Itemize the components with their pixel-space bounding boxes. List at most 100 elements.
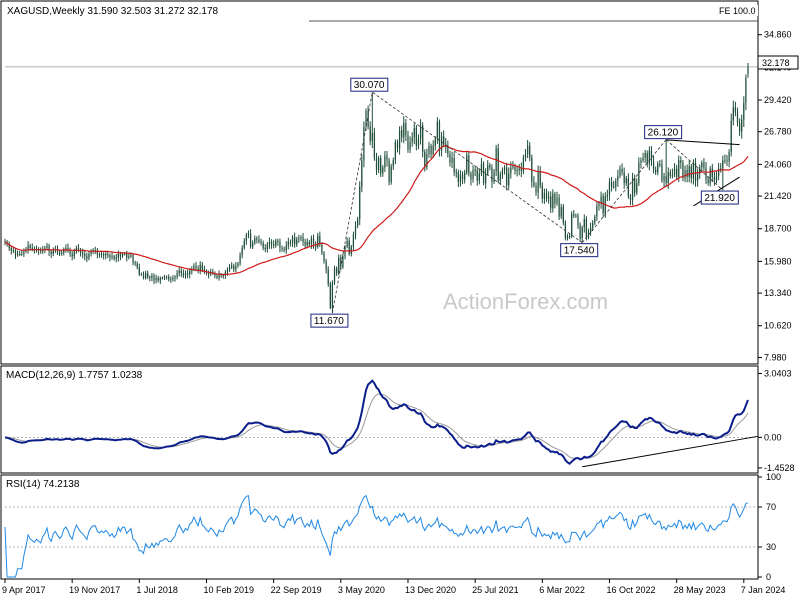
candle-body [436, 121, 438, 139]
time-tick-label: 9 Apr 2017 [2, 585, 46, 595]
candle-body [619, 168, 621, 176]
candle-body [487, 165, 489, 174]
candle-body [711, 168, 713, 178]
candle-body [31, 247, 33, 250]
candle-body [657, 163, 659, 173]
candle-body [254, 238, 256, 244]
candle-body [270, 241, 273, 245]
time-tick-label: 1 Jul 2018 [136, 585, 178, 595]
candle-body [228, 267, 231, 270]
candle-body [373, 132, 376, 158]
macd-line [4, 379, 749, 465]
candle-body [457, 172, 459, 182]
candle-body [157, 277, 159, 281]
candle-body [516, 169, 518, 172]
candle-body [577, 215, 579, 226]
candle-body [745, 77, 747, 103]
candle-body [636, 183, 638, 193]
candle-body [222, 275, 224, 277]
candle-body [478, 173, 480, 181]
time-tick-label: 7 Jan 2024 [741, 585, 786, 595]
candle-body [644, 153, 646, 158]
time-tick-label: 6 Mar 2022 [539, 585, 585, 595]
zigzag-segment [581, 139, 667, 243]
candle-body [464, 172, 466, 180]
candle-body [707, 179, 709, 184]
candle-body [109, 255, 111, 258]
candle-body [235, 265, 237, 270]
candle-body [380, 157, 382, 174]
candle-body [23, 251, 25, 254]
fe-label: FE 100.0 [719, 6, 756, 16]
candle-body [294, 237, 296, 245]
candle-body [107, 253, 109, 256]
candle-body [243, 240, 245, 248]
candle-body [182, 273, 185, 276]
candle-body [394, 142, 397, 161]
macd-tick-label: 0.00 [764, 432, 782, 442]
candle-body [596, 205, 598, 217]
rsi-pane-title: RSI(14) 74.2138 [6, 479, 80, 490]
candle-body [701, 162, 703, 168]
candle-body [128, 256, 130, 258]
time-tick-label: 13 Dec 2020 [405, 585, 456, 595]
candle-body [466, 155, 468, 173]
candle-body [317, 235, 319, 247]
candle-body [300, 237, 302, 239]
candle-body [634, 178, 636, 193]
candle-body [363, 126, 365, 161]
candle-body [40, 250, 42, 252]
candle-body [12, 250, 15, 252]
candle-body [419, 125, 422, 139]
time-axis: 9 Apr 2017 19 Nov 2017 1 Jul 2018 10 Feb 20… [2, 579, 785, 595]
candle-body [642, 157, 644, 161]
candle-body [327, 269, 329, 284]
candle-body [386, 155, 388, 161]
candle-body [287, 241, 289, 246]
candle-body [743, 102, 745, 120]
candle-body [321, 244, 323, 253]
candle-body [722, 160, 724, 169]
candle-body [155, 277, 157, 281]
price-tick-label: 24.060 [764, 159, 792, 169]
candle-body [302, 237, 304, 242]
candle-body [497, 148, 499, 181]
candle-body [738, 123, 741, 132]
candle-body [430, 145, 432, 155]
candle-body [560, 207, 562, 217]
candle-body [163, 276, 166, 278]
candle-body [736, 112, 739, 124]
pivot-label: 30.070 [354, 80, 385, 91]
candle-body [71, 253, 73, 257]
candle-body [676, 168, 678, 178]
candle-body [331, 282, 334, 308]
candle-body [403, 123, 405, 138]
candle-body [159, 277, 161, 281]
candle-body [361, 160, 363, 187]
candle-body [447, 147, 449, 155]
candle-body [438, 121, 441, 151]
watermark: ActionForex.com [443, 289, 608, 314]
price-tick-label: 13.340 [764, 288, 792, 298]
candle-body [132, 255, 134, 263]
candle-body [518, 168, 520, 170]
candle-body [359, 186, 361, 220]
candle-body [247, 233, 250, 235]
candle-body [543, 192, 546, 199]
candle-body [44, 247, 46, 250]
candle-body [606, 195, 609, 197]
candle-body [409, 142, 411, 150]
chart-canvas: ActionForex.com 11.670 30.070 17.540 26.120… [0, 0, 799, 595]
candle-body [545, 192, 548, 199]
candle-body [168, 276, 170, 280]
candle-body [27, 245, 29, 250]
candle-body [239, 255, 241, 264]
candle-body [308, 241, 310, 245]
candle-body [10, 247, 12, 251]
candle-body [520, 168, 522, 172]
candle-body [690, 166, 692, 179]
candle-body [281, 247, 283, 250]
candle-body [105, 253, 107, 256]
candle-body [453, 157, 455, 173]
candle-body [411, 137, 413, 143]
